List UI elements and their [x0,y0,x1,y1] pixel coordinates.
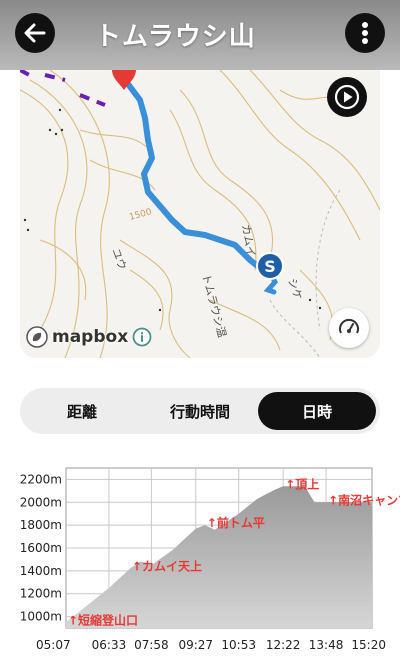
chart-annotation-label: ↑頂上 [285,476,319,491]
chart-annotation-label: ↑前トム平 [207,515,265,530]
elevation-chart-svg: 1000m 1200m 1400m 1600m 1800m 2000m 2200m 05:0… [20,467,400,652]
chart-x-tick-label: 13:48 [309,638,344,652]
speedometer-icon [339,318,359,334]
more-vertical-icon [362,22,368,44]
tab-elapsed-time[interactable]: 行動時間 [142,392,258,430]
map-terrain: 1500 カムイ ユウ トムラウシ温 シケ S [20,70,380,358]
chart-y-tick-label: 1000m [20,610,62,624]
mapbox-attribution[interactable]: mapbox [26,326,152,348]
playback-speed-button[interactable] [329,308,369,348]
chart-x-tick-label: 05:07 [36,638,71,652]
chart-y-tick-label: 1600m [20,541,62,555]
mapbox-logo-icon [26,326,48,348]
chart-y-tick-label: 2000m [20,495,62,509]
map-label-1500: 1500 [128,207,153,223]
route-map[interactable]: 1500 カムイ ユウ トムラウシ温 シケ S mapbox [20,70,380,358]
arrow-left-icon [24,23,46,43]
map-label-yuu: ユウ [109,247,129,272]
chart-axis-selector: 距離 行動時間 日時 [20,388,380,434]
page-title: トムラウシ山 [95,22,256,52]
chart-x-tick-label: 06:33 [92,638,127,652]
start-marker: S [256,252,284,280]
mapbox-wordmark: mapbox [52,327,129,347]
chart-y-tick-label: 2200m [20,472,62,486]
info-icon[interactable] [132,327,152,347]
chart-annotation-label: ↑短縮登山口 [68,612,138,627]
chart-x-tick-label: 10:53 [221,638,256,652]
map-label-tomuraushi-onsen: トムラウシ温 [199,272,228,339]
chart-y-tick-label: 1400m [20,564,62,578]
chart-x-tick-label: 09:27 [178,638,213,652]
play-route-button[interactable] [327,77,367,117]
tab-date-time[interactable]: 日時 [258,392,376,430]
play-icon [334,84,360,110]
elevation-chart: 1000m 1200m 1400m 1600m 1800m 2000m 2200m 05:0… [0,460,400,657]
chart-x-tick-label: 15:20 [351,638,386,652]
chart-y-tick-label: 1200m [20,587,62,601]
elevation-area [66,486,372,628]
chart-x-tick-label: 12:22 [266,638,301,652]
back-button[interactable] [15,13,55,53]
start-marker-label: S [264,257,276,276]
chart-annotation-label: ↑南沼キャンプ [328,492,400,507]
more-menu-button[interactable] [345,13,385,53]
header: トムラウシ山 [0,0,400,70]
map-label-shike: シケ [285,277,305,302]
chart-y-tick-label: 1800m [20,518,62,532]
chart-annotation-label: ↑カムイ天上 [132,559,202,574]
chart-x-tick-label: 07:58 [134,638,169,652]
tab-distance[interactable]: 距離 [24,392,140,430]
